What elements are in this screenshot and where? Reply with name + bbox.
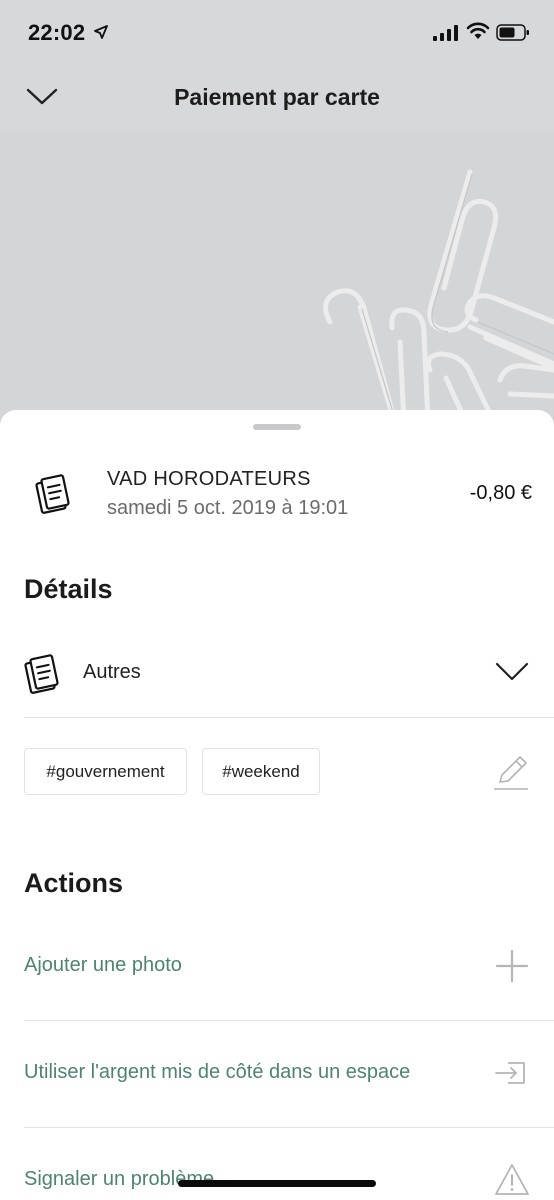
transaction-date: samedi 5 oct. 2019 à 19:01 — [107, 497, 349, 519]
category-label: Autres — [83, 661, 141, 683]
wifi-icon — [466, 22, 490, 39]
sheet-grabber[interactable] — [253, 424, 301, 430]
paperclips-illustration — [323, 169, 554, 422]
chevron-down-icon[interactable] — [495, 660, 529, 684]
location-arrow-icon — [94, 25, 108, 39]
page-title: Paiement par carte — [174, 84, 380, 110]
action-label: Ajouter une photo — [24, 954, 182, 976]
plus-icon — [495, 949, 529, 983]
home-indicator[interactable] — [178, 1180, 376, 1187]
receipt-icon — [35, 474, 70, 514]
nav-header: Paiement par carte — [0, 66, 554, 132]
transaction-sheet: VAD HORODATEURS samedi 5 oct. 2019 à 19:… — [0, 410, 554, 1200]
divider — [24, 717, 554, 718]
details-heading: Détails — [24, 574, 113, 604]
use-savings-action[interactable]: Utiliser l'argent mis de côté dans un es… — [0, 1023, 554, 1127]
receipt-icon — [24, 654, 59, 694]
tag-chip[interactable]: #weekend — [202, 748, 320, 795]
warning-icon — [495, 1164, 529, 1195]
transfer-in-icon — [495, 1062, 525, 1084]
battery-icon — [496, 24, 529, 41]
divider — [24, 1127, 554, 1128]
category-selector[interactable]: Autres — [0, 638, 554, 718]
tag-chip[interactable]: #gouvernement — [24, 748, 187, 795]
report-problem-action[interactable]: Signaler un problème — [0, 1130, 554, 1200]
divider — [24, 1020, 554, 1021]
action-label: Utiliser l'argent mis de côté dans un es… — [24, 1061, 411, 1083]
edit-pencil-icon[interactable] — [492, 754, 530, 792]
cellular-signal-icon — [433, 25, 458, 41]
actions-heading: Actions — [24, 868, 124, 898]
transaction-amount: -0,80 € — [469, 482, 532, 504]
hero-illustration — [0, 132, 554, 422]
status-bar: 22:02 — [0, 0, 554, 66]
add-photo-action[interactable]: Ajouter une photo — [0, 916, 554, 1020]
status-time: 22:02 — [28, 20, 86, 45]
merchant-name: VAD HORODATEURS — [107, 468, 311, 490]
